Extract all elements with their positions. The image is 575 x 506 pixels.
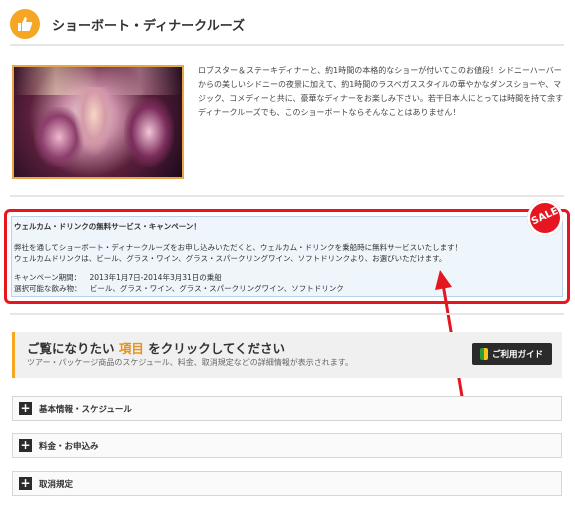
campaign-text: 弊社を通してショーボート・ディナークルーズをお申し込みいただくと、ウェルカム・ド… [14,243,463,252]
sale-badge: SALE [527,200,563,236]
guide-title-highlight: 項目 [118,341,144,356]
thumbs-up-icon [10,9,40,39]
campaign-period: キャンペーン期間： 2013年1月7日-2014年3月31日の乗船 [14,272,222,283]
accordion-cancellation[interactable]: + 取消規定 [12,471,562,496]
beginner-mark-icon [480,348,488,360]
campaign-drinks: 選択可能な飲み物： ビール、グラス・ワイン、グラス・スパークリングワイン、ソフト… [14,283,344,294]
usage-guide-button-label: ご利用ガイド [492,350,544,360]
page-title: ショーボート・ディナークルーズ [52,19,246,34]
drinks-label: 選択可能な飲み物： [14,284,82,293]
plus-icon: + [19,476,32,490]
drinks-value: ビール、グラス・ワイン、グラス・スパークリングワイン、ソフトドリンク [89,284,344,293]
show-photo [12,65,184,179]
guide-title: ご覧になりたい 項目 をクリックしてください [27,338,285,357]
usage-guide-button[interactable]: ご利用ガイド [472,343,552,365]
accordion-label: 取消規定 [39,480,74,490]
guide-title-text: ご覧になりたい [27,341,115,356]
accordion-label: 料金・お申込み [39,442,99,452]
campaign-title: ウェルカム・ドリンクの無料サービス・キャンペーン！ [14,222,201,231]
campaign-text: ウェルカムドリンクは、ビール、グラス・ワイン、グラス・スパークリングワイン、ソフ… [14,254,447,263]
guide-title-text: をクリックしてください [148,341,286,356]
tour-description: ロブスター＆ステーキディナーと、約1時間の本格的なショーが付いてこのお値段！シド… [198,66,564,117]
period-value: 2013年1月7日-2014年3月31日の乗船 [89,273,222,282]
plus-icon: + [19,401,32,415]
plus-icon: + [19,438,32,452]
divider [10,313,564,315]
divider [10,195,564,197]
page-header: ショーボート・ディナークルーズ [10,7,564,43]
accordion-basic-info[interactable]: + 基本情報・スケジュール [12,396,562,421]
guide-box: ご覧になりたい 項目 をクリックしてください ツアー・パッケージ商品のスケジュー… [12,332,562,378]
accordion-pricing[interactable]: + 料金・お申込み [12,433,562,458]
accordion-label: 基本情報・スケジュール [39,405,132,415]
guide-subtitle: ツアー・パッケージ商品のスケジュール、料金、取消規定などの詳細情報が表示されます… [27,358,353,367]
divider [10,44,564,46]
period-label: キャンペーン期間： [14,273,82,282]
